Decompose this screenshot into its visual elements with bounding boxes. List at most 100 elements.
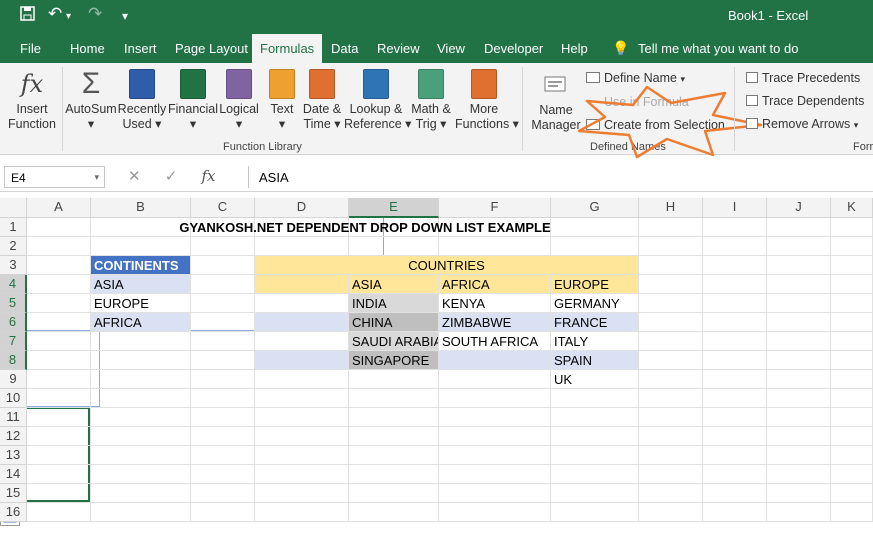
lookup-button[interactable]: Lookup & Reference ▾ <box>344 69 411 132</box>
cell[interactable] <box>639 370 703 389</box>
row-header-10[interactable]: 10 <box>0 389 27 408</box>
cell[interactable] <box>703 408 767 427</box>
row-header-15[interactable]: 15 <box>0 484 27 503</box>
cell[interactable] <box>767 294 831 313</box>
row-header-1[interactable]: 1 <box>0 218 27 237</box>
cell[interactable] <box>439 465 551 484</box>
cell[interactable] <box>349 503 439 522</box>
country-cell[interactable]: SAUDI ARABIA <box>349 332 439 351</box>
cell[interactable] <box>255 275 349 294</box>
cell[interactable] <box>255 294 349 313</box>
cell[interactable] <box>439 370 551 389</box>
cell[interactable] <box>831 294 873 313</box>
continent-cell[interactable]: ASIA <box>91 275 191 294</box>
cell[interactable] <box>27 484 91 503</box>
continents-header[interactable]: CONTINENTS <box>91 256 191 275</box>
country-cell[interactable]: CHINA <box>349 313 439 332</box>
select-all-corner[interactable] <box>0 198 27 218</box>
customize-qat-icon[interactable]: ▾ <box>122 9 128 23</box>
country-cell[interactable]: GERMANY <box>551 294 639 313</box>
country-cell[interactable]: SOUTH AFRICA <box>439 332 551 351</box>
enter-icon[interactable]: ✓ <box>165 168 178 185</box>
cell[interactable] <box>703 370 767 389</box>
cell[interactable] <box>639 237 703 256</box>
cell[interactable] <box>639 218 703 237</box>
cell[interactable] <box>349 370 439 389</box>
column-header-i[interactable]: I <box>703 198 767 218</box>
column-header-h[interactable]: H <box>639 198 703 218</box>
cell[interactable] <box>191 351 255 370</box>
cell[interactable] <box>767 237 831 256</box>
country-cell[interactable]: EUROPE <box>551 275 639 294</box>
cell[interactable] <box>767 218 831 237</box>
cell[interactable] <box>639 503 703 522</box>
cell[interactable] <box>27 370 91 389</box>
tell-me-search[interactable]: Tell me what you want to do <box>638 41 798 56</box>
continent-cell[interactable]: AFRICA <box>91 313 191 332</box>
column-header-c[interactable]: C <box>191 198 255 218</box>
row-header-2[interactable]: 2 <box>0 237 27 256</box>
cell[interactable] <box>349 446 439 465</box>
undo-dropdown-icon[interactable]: ▾ <box>66 11 71 22</box>
country-cell[interactable]: ITALY <box>551 332 639 351</box>
remove-arrows-button[interactable]: Remove Arrows ▾ <box>746 117 858 131</box>
cell[interactable] <box>255 313 349 332</box>
cell[interactable] <box>831 389 873 408</box>
cell[interactable] <box>639 465 703 484</box>
cell[interactable] <box>191 465 255 484</box>
cell[interactable] <box>639 408 703 427</box>
cell[interactable] <box>91 465 191 484</box>
autosum-button[interactable]: Σ AutoSum ▾ <box>64 69 118 132</box>
cell[interactable] <box>639 351 703 370</box>
logical-button[interactable]: Logical ▾ <box>216 69 262 132</box>
row-header-11[interactable]: 11 <box>0 408 27 427</box>
undo-icon[interactable]: ↶ <box>48 4 62 24</box>
cell[interactable] <box>831 465 873 484</box>
cell[interactable] <box>439 446 551 465</box>
fx-icon[interactable]: fx <box>202 167 216 185</box>
row-header-13[interactable]: 13 <box>0 446 27 465</box>
cell[interactable] <box>191 370 255 389</box>
cell[interactable] <box>831 351 873 370</box>
cell[interactable] <box>27 237 91 256</box>
cell[interactable] <box>349 408 439 427</box>
cell[interactable] <box>91 332 191 351</box>
country-cell[interactable]: ASIA <box>349 275 439 294</box>
cell[interactable] <box>255 237 349 256</box>
worksheet-grid[interactable]: A B C D E F G H I J K 1 2 3 4 5 6 7 8 9 10 11 12 13 14 15 16 GYANKO… <box>0 198 873 533</box>
cell[interactable] <box>255 332 349 351</box>
cell[interactable] <box>639 332 703 351</box>
cell[interactable] <box>639 446 703 465</box>
cell[interactable] <box>439 351 551 370</box>
cell[interactable] <box>703 389 767 408</box>
cell[interactable] <box>767 503 831 522</box>
row-header-14[interactable]: 14 <box>0 465 27 484</box>
cell[interactable] <box>255 408 349 427</box>
cell[interactable] <box>191 503 255 522</box>
cell[interactable] <box>91 237 191 256</box>
column-header-b[interactable]: B <box>91 198 191 218</box>
trace-dependents-button[interactable]: Trace Dependents <box>746 94 864 108</box>
cell[interactable] <box>703 332 767 351</box>
row-header-3[interactable]: 3 <box>0 256 27 275</box>
column-header-j[interactable]: J <box>767 198 831 218</box>
cell[interactable] <box>255 446 349 465</box>
redo-icon[interactable]: ↷ <box>88 4 102 24</box>
date-button[interactable]: Date & Time ▾ <box>300 69 344 132</box>
cell[interactable] <box>703 484 767 503</box>
cell[interactable] <box>439 427 551 446</box>
cell[interactable] <box>255 389 349 408</box>
cell[interactable] <box>831 427 873 446</box>
cell[interactable] <box>349 427 439 446</box>
cell[interactable] <box>27 351 91 370</box>
cell[interactable] <box>91 484 191 503</box>
cell[interactable] <box>91 427 191 446</box>
cell[interactable] <box>349 237 439 256</box>
row-header-8[interactable]: 8 <box>0 351 27 370</box>
tab-help[interactable]: Help <box>561 41 588 56</box>
cell[interactable] <box>91 389 191 408</box>
name-box[interactable]: E4 ▾ <box>4 166 105 188</box>
cell[interactable] <box>191 275 255 294</box>
cell[interactable] <box>831 313 873 332</box>
row-header-16[interactable]: 16 <box>0 503 27 522</box>
